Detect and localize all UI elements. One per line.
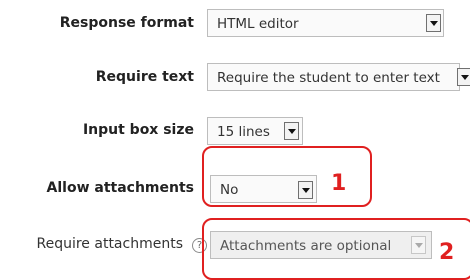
callout-number-1: 1 <box>331 171 347 196</box>
response-format-value: HTML editor <box>217 16 299 32</box>
response-format-select[interactable]: HTML editor <box>207 9 444 37</box>
chevron-down-icon[interactable] <box>457 68 470 86</box>
callout-box-1 <box>202 146 372 207</box>
input-box-size-label: Input box size <box>82 122 194 138</box>
allow-attachments-label: Allow attachments <box>46 180 194 196</box>
input-box-size-value: 15 lines <box>217 124 270 140</box>
require-attachments-label: Require attachments <box>36 236 184 252</box>
callout-box-2 <box>202 218 470 280</box>
response-format-label: Response format <box>59 15 194 31</box>
callout-number-2: 2 <box>439 240 455 265</box>
require-text-value: Require the student to enter text <box>217 70 440 86</box>
require-text-select[interactable]: Require the student to enter text <box>207 63 460 91</box>
chevron-down-icon[interactable] <box>284 122 299 140</box>
require-text-label: Require text <box>95 69 194 85</box>
chevron-down-icon[interactable] <box>426 14 441 32</box>
